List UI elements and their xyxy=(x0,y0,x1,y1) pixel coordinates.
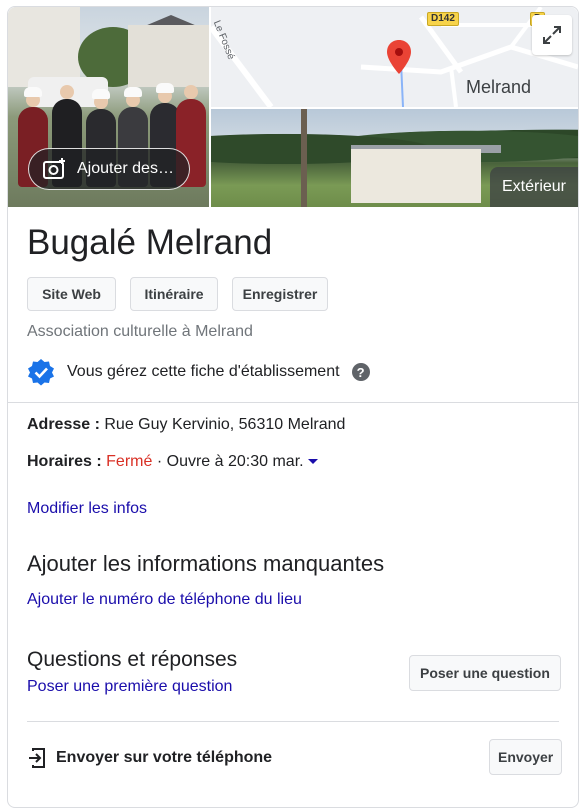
hours-status: Fermé xyxy=(106,453,153,470)
place-category: Association culturelle à Melrand xyxy=(27,323,253,340)
address-row: Adresse : Rue Guy Kervinio, 56310 Melran… xyxy=(27,416,345,434)
map-thumbnail[interactable]: Le Fossé D142 D Melrand xyxy=(211,7,578,107)
help-icon[interactable]: ? xyxy=(351,363,370,381)
add-photos-label: Ajouter des… xyxy=(77,160,174,177)
hours-next-open[interactable]: · Ouvre à 20:30 mar. xyxy=(157,453,304,470)
hours-row: Horaires : Fermé · Ouvre à 20:30 mar. xyxy=(27,453,318,471)
divider xyxy=(8,402,578,403)
expand-map-button[interactable] xyxy=(532,15,572,55)
send-to-phone-row: Envoyer sur votre téléphone xyxy=(27,748,272,768)
photo-house-2 xyxy=(128,25,209,87)
first-question-link[interactable]: Poser une première question xyxy=(27,678,232,696)
exterior-label: Extérieur xyxy=(489,167,578,207)
action-buttons: Site Web Itinéraire Enregistrer xyxy=(27,277,328,311)
ownership-text: Vous gérez cette fiche d'établissement xyxy=(67,363,340,380)
edit-info-link[interactable]: Modifier les infos xyxy=(27,500,147,518)
directions-button[interactable]: Itinéraire xyxy=(130,277,218,311)
hours-label: Horaires : xyxy=(27,453,102,470)
photo-house xyxy=(8,7,80,87)
add-photos-button[interactable]: Ajouter des… xyxy=(28,148,190,190)
send-to-phone-icon xyxy=(29,748,45,768)
save-button[interactable]: Enregistrer xyxy=(232,277,328,311)
address-label: Adresse : xyxy=(27,416,100,433)
expand-icon xyxy=(543,26,561,44)
map-city-label: Melrand xyxy=(466,77,532,97)
hours-expand-icon[interactable] xyxy=(307,459,318,465)
website-button[interactable]: Site Web xyxy=(27,277,116,311)
main-photo[interactable]: Ajouter des… xyxy=(8,7,209,207)
divider xyxy=(27,721,559,722)
ownership-notice: Vous gérez cette fiche d'établissement ? xyxy=(27,358,370,386)
place-title: Bugalé Melrand xyxy=(27,223,273,262)
add-phone-link[interactable]: Ajouter le numéro de téléphone du lieu xyxy=(27,591,302,609)
missing-info-heading: Ajouter les informations manquantes xyxy=(27,551,385,576)
exterior-pole xyxy=(301,109,307,207)
send-to-phone-label: Envoyer sur votre téléphone xyxy=(56,749,273,766)
verified-badge-icon xyxy=(28,359,54,386)
qa-heading: Questions et réponses xyxy=(27,648,238,671)
map-road-label: D142 xyxy=(427,12,459,26)
exterior-photo[interactable]: Extérieur xyxy=(211,109,578,207)
knowledge-panel: Ajouter des… Le Fossé D142 D Melrand xyxy=(7,6,579,808)
map-pin-icon xyxy=(387,40,411,74)
add-photo-camera-icon xyxy=(43,158,65,179)
address-value: Rue Guy Kervinio, 56310 Melrand xyxy=(104,416,346,433)
send-button[interactable]: Envoyer xyxy=(489,739,563,775)
ask-question-button[interactable]: Poser une question xyxy=(409,655,561,691)
exterior-building xyxy=(351,149,481,203)
